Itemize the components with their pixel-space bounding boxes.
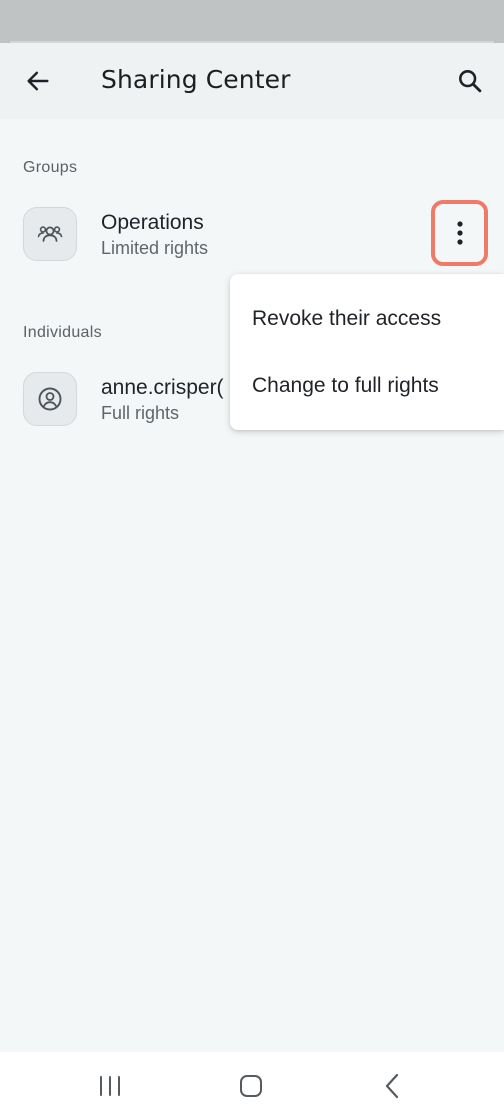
back-button[interactable] <box>14 57 62 105</box>
options-popup-menu: Revoke their access Change to full right… <box>230 274 504 430</box>
individual-rights: Full rights <box>101 403 180 423</box>
more-vert-icon <box>456 221 463 245</box>
group-name: Operations <box>101 211 204 234</box>
app-bar: Sharing Center <box>0 43 504 119</box>
groups-section-label: Groups <box>23 159 78 176</box>
arrow-left-icon <box>27 71 49 91</box>
more-options-button[interactable] <box>431 200 488 266</box>
nav-back-button[interactable] <box>362 1066 422 1106</box>
page-title: Sharing Center <box>101 65 291 94</box>
individuals-section-label: Individuals <box>23 324 102 341</box>
menu-item-change-full-rights[interactable]: Change to full rights <box>230 353 504 419</box>
recents-icon <box>100 1076 120 1096</box>
list-item-group[interactable]: Operations Limited rights <box>0 195 504 275</box>
menu-item-revoke-access[interactable]: Revoke their access <box>230 286 504 352</box>
home-icon <box>240 1075 262 1097</box>
individual-avatar <box>23 372 77 426</box>
search-icon <box>459 70 482 93</box>
group-rights: Limited rights <box>101 238 209 258</box>
status-bar <box>0 0 504 43</box>
nav-home-button[interactable] <box>221 1066 281 1106</box>
group-icon <box>37 226 63 242</box>
search-button[interactable] <box>446 57 494 105</box>
chevron-left-icon <box>385 1073 399 1099</box>
system-nav-bar <box>0 1052 504 1120</box>
person-circle-icon <box>38 387 62 411</box>
individual-name: anne.crisper( <box>101 376 224 399</box>
nav-recents-button[interactable] <box>80 1066 140 1106</box>
group-avatar <box>23 207 77 261</box>
